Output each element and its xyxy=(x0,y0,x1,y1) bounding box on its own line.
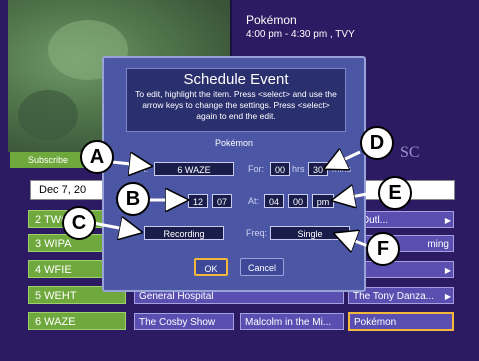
callout-e: E xyxy=(378,176,412,210)
callout-arrow-f xyxy=(336,234,369,246)
callout-a: A xyxy=(80,140,114,174)
callout-f: F xyxy=(366,232,400,266)
callout-d: D xyxy=(360,126,394,160)
callout-c: C xyxy=(62,206,96,240)
callout-b: B xyxy=(116,182,150,216)
callout-arrow-a xyxy=(111,162,150,166)
callout-arrow-e xyxy=(334,192,379,200)
callout-arrow-d xyxy=(326,152,361,168)
tv-screen: Pokémon 4:00 pm - 4:30 pm , TVY Subscrib… xyxy=(0,0,479,361)
